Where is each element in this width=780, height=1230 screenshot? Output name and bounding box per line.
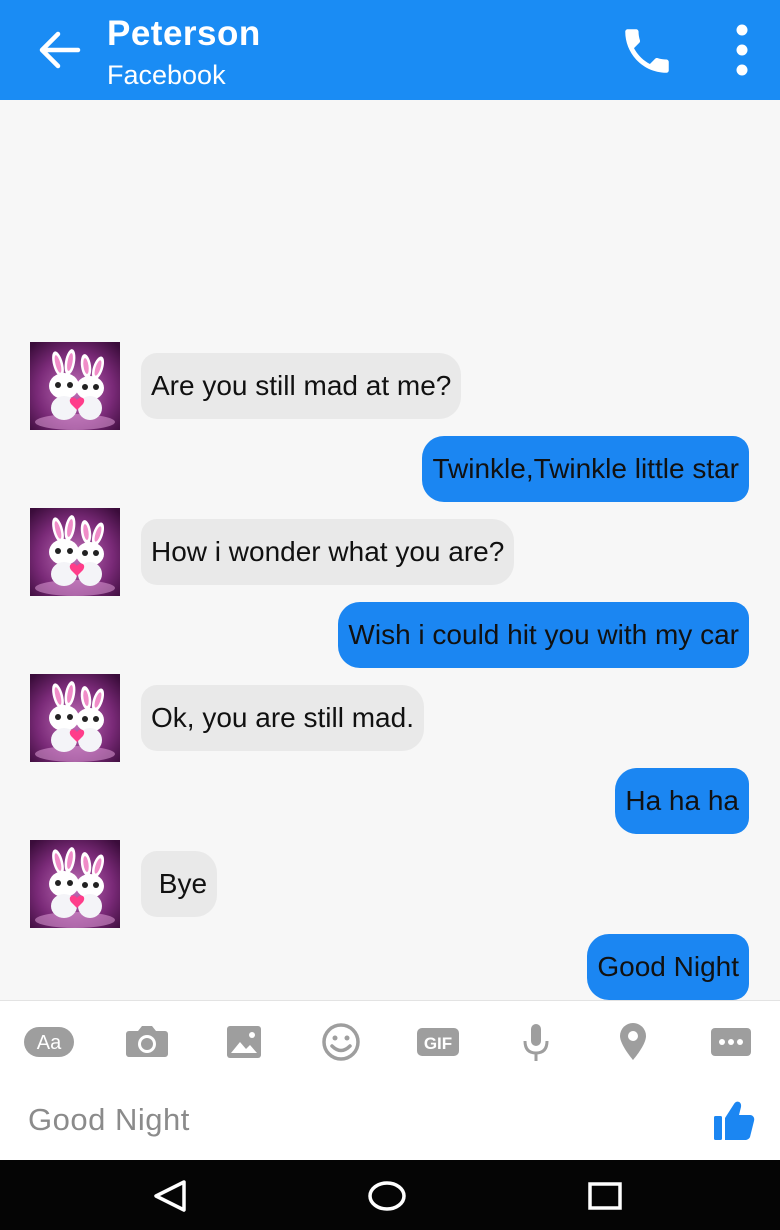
- message-bubble-incoming[interactable]: Ok, you are still mad.: [141, 685, 424, 751]
- message-bubble-outgoing[interactable]: Twinkle,Twinkle little star: [422, 436, 749, 502]
- gif-icon[interactable]: GIF: [412, 1019, 464, 1065]
- contact-subtitle: Facebook: [107, 60, 226, 90]
- message-bubble-outgoing[interactable]: Wish i could hit you with my car: [338, 602, 749, 668]
- avatar[interactable]: [30, 508, 120, 596]
- message-bubble-incoming[interactable]: Bye: [141, 851, 218, 917]
- avatar[interactable]: [30, 342, 120, 430]
- system-nav-bar: [0, 1160, 780, 1230]
- phone-icon[interactable]: [618, 22, 676, 80]
- app-bar: Peterson Facebook: [0, 0, 780, 100]
- gif-label: GIF: [424, 1034, 452, 1053]
- emoji-icon[interactable]: [315, 1019, 367, 1065]
- home-circle-icon[interactable]: [365, 1174, 409, 1218]
- camera-icon[interactable]: [121, 1019, 173, 1065]
- location-pin-icon[interactable]: [607, 1019, 659, 1065]
- text-format-icon[interactable]: Aa: [22, 1019, 74, 1065]
- message-bubble-outgoing[interactable]: Good Night: [587, 934, 749, 1000]
- message-bubble-outgoing[interactable]: Ha ha ha: [615, 768, 749, 834]
- contact-name: Peterson: [107, 14, 261, 53]
- message-input[interactable]: [28, 1098, 688, 1142]
- microphone-icon[interactable]: [510, 1019, 562, 1065]
- text-format-label: Aa: [37, 1032, 62, 1054]
- image-icon[interactable]: [218, 1019, 270, 1065]
- avatar[interactable]: [30, 674, 120, 762]
- message-bubble-incoming[interactable]: How i wonder what you are?: [141, 519, 515, 585]
- back-triangle-icon[interactable]: [148, 1174, 192, 1218]
- avatar[interactable]: [30, 840, 120, 928]
- arrow-left-icon[interactable]: [34, 28, 82, 72]
- message-composer: [0, 1080, 780, 1160]
- composer-toolbar: Aa GIF: [0, 1000, 780, 1081]
- more-icon[interactable]: [705, 1019, 757, 1065]
- recents-square-icon[interactable]: [583, 1174, 627, 1218]
- more-vert-icon[interactable]: [726, 22, 758, 80]
- thumbs-up-icon[interactable]: [712, 1096, 756, 1144]
- message-thread[interactable]: Are you still mad at me? Twinkle,Twinkle…: [0, 100, 780, 1000]
- message-bubble-incoming[interactable]: Are you still mad at me?: [141, 353, 462, 419]
